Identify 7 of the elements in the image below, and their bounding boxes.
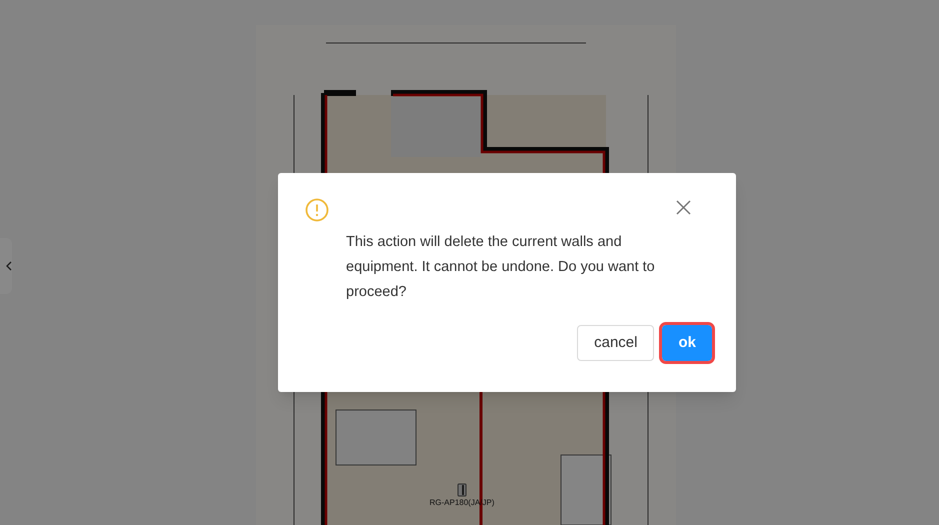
chevron-left-icon	[6, 260, 12, 270]
dialog-message: This action will delete the current walls and equipment. It cannot be undone. Do you want to proceed?	[346, 233, 656, 302]
close-button[interactable]	[674, 198, 692, 216]
warning-icon	[305, 198, 329, 222]
access-point-icon[interactable]	[456, 483, 467, 497]
cancel-button[interactable]: cancel	[577, 325, 654, 361]
close-icon	[676, 200, 690, 214]
